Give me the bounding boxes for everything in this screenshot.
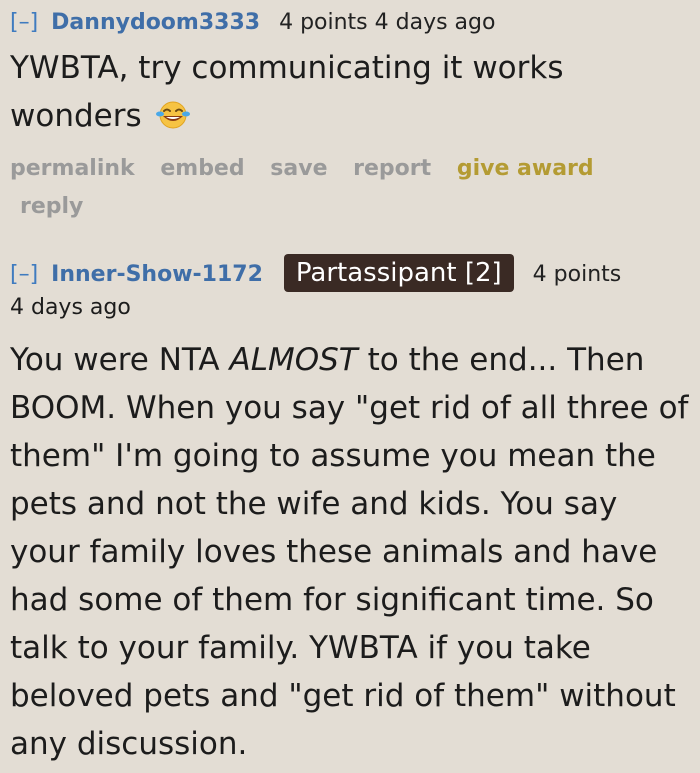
collapse-toggle[interactable]: [–] [10, 262, 38, 287]
comment-paragraph: You were NTA ALMOST to the end... Then B… [10, 336, 692, 768]
comment: [–] Dannydoom3333 4 points 4 days ago YW… [10, 6, 692, 226]
comment-author[interactable]: Dannydoom3333 [51, 10, 260, 35]
comment-text: YWBTA, try communicating it works wonder… [10, 50, 564, 134]
comment-tagline: [–] Dannydoom3333 4 points 4 days ago [10, 6, 692, 40]
reply-link[interactable]: reply [20, 194, 83, 219]
collapse-toggle[interactable]: [–] [10, 10, 38, 35]
comment-tagline: [–] Inner-Show-1172 Partassipant [2] 4 p… [10, 254, 692, 294]
rolling-laughing-emoji-icon [156, 101, 191, 129]
comment-body: YWBTA, try communicating it works wonder… [10, 44, 692, 140]
comment-body: You were NTA ALMOST to the end... Then B… [10, 336, 692, 768]
save-link[interactable]: save [270, 156, 327, 181]
give-award-link[interactable]: give award [457, 156, 594, 181]
user-flair-badge: Partassipant [2] [283, 254, 514, 292]
comment-author[interactable]: Inner-Show-1172 [51, 262, 263, 287]
embed-link[interactable]: embed [160, 156, 244, 181]
report-link[interactable]: report [353, 156, 431, 181]
comment-points: 4 points [532, 262, 622, 287]
comment-meta: 4 points 4 days ago [279, 10, 496, 35]
comment-text-start: You were NTA [10, 342, 230, 378]
comment-date: 4 days ago [10, 295, 131, 320]
comment-text-emphasis: ALMOST [229, 342, 358, 378]
comment-text-rest: to the end... Then BOOM. When you say "g… [10, 342, 689, 762]
comment-buttons: permalink embed save report give award r… [10, 150, 692, 226]
comment: [–] Inner-Show-1172 Partassipant [2] 4 p… [10, 254, 692, 768]
permalink-link[interactable]: permalink [10, 156, 135, 181]
